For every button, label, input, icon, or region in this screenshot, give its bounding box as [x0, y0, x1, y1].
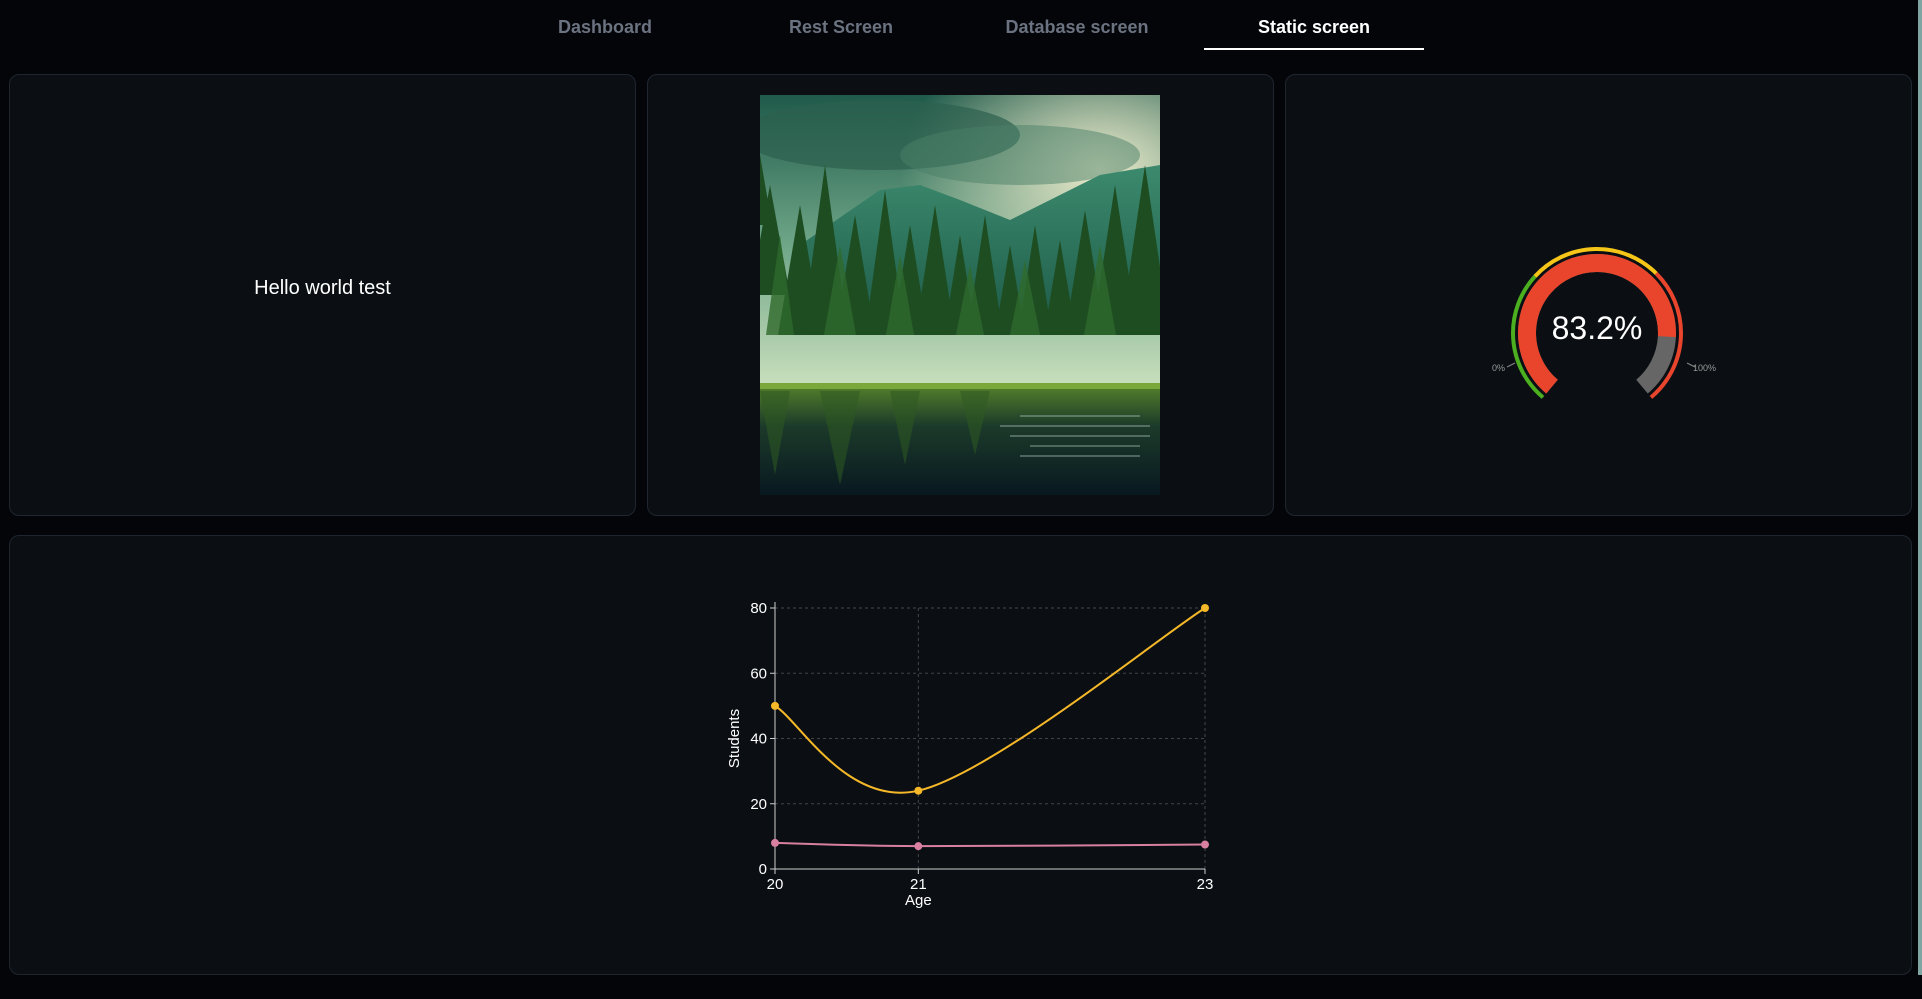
- series-point-1: [914, 842, 923, 851]
- series-point-0: [914, 786, 923, 795]
- hello-text: Hello world test: [254, 277, 391, 299]
- top-navigation: Dashboard Rest Screen Database screen St…: [0, 0, 1922, 52]
- x-tick-label: 20: [767, 876, 784, 893]
- gauge-min-label: 0%: [1492, 363, 1505, 373]
- x-tick-label: 23: [1197, 876, 1214, 893]
- gauge: 0% 100% 83.2%: [1492, 247, 1716, 399]
- y-axis-label: Students: [726, 709, 743, 768]
- series-point-1: [1201, 840, 1209, 849]
- gauge-card: 0% 100% 83.2%: [1285, 74, 1912, 516]
- series-point-1: [771, 838, 779, 847]
- gauge-max-label: 100%: [1693, 363, 1716, 373]
- series-point-0: [771, 701, 779, 710]
- scrollbar-thumb[interactable]: [1918, 0, 1922, 975]
- series-line-0: [774, 607, 1206, 794]
- tab-dashboard[interactable]: Dashboard: [495, 8, 715, 52]
- series-line-1: [774, 841, 1206, 848]
- forest-lake-image: [760, 95, 1160, 495]
- scrollbar[interactable]: [1918, 0, 1922, 999]
- chart-card: 0 20 40 60 80 20 21 23 Age Students: [9, 535, 1912, 975]
- tab-static-screen[interactable]: Static screen: [1204, 8, 1424, 52]
- students-age-chart: 02040608020 21 23AgeStudents: [726, 600, 1214, 909]
- y-tick-label: 80: [750, 600, 767, 617]
- text-card: Hello world test: [9, 74, 636, 516]
- series-point-0: [1201, 604, 1209, 612]
- tab-database-screen[interactable]: Database screen: [967, 8, 1187, 52]
- y-tick-label: 20: [750, 796, 767, 813]
- image-card: [647, 74, 1274, 516]
- y-tick-label: 60: [750, 665, 767, 682]
- x-tick-label: 21: [910, 876, 927, 893]
- x-axis-label: Age: [905, 892, 932, 909]
- y-tick-label: 40: [750, 731, 767, 748]
- gauge-value-label: 83.2%: [1552, 310, 1643, 346]
- gauge-min-tick: [1506, 362, 1516, 368]
- tab-rest-screen[interactable]: Rest Screen: [731, 8, 951, 52]
